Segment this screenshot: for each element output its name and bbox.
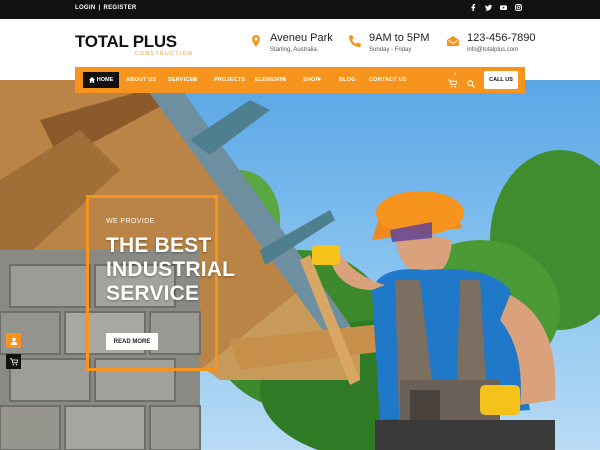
contact-phone[interactable]: 123-456-7890 <box>467 32 536 45</box>
logo-tagline: CONSTRUCTION <box>135 51 194 57</box>
cart-count-badge: 0 <box>454 71 457 76</box>
phone-icon <box>349 35 361 47</box>
youtube-icon[interactable] <box>500 4 507 11</box>
register-link[interactable]: REGISTER <box>103 5 136 11</box>
side-user-button[interactable] <box>6 333 21 348</box>
main-nav: HOME ABOUT US SERVICES ▾ PROJECTS ELEMEN… <box>75 67 525 93</box>
nav-item-blog[interactable]: BLOG <box>339 77 356 83</box>
search-icon <box>467 80 475 88</box>
mail-icon <box>447 36 459 46</box>
chevron-down-icon: ▾ <box>318 77 321 83</box>
hero-text: WE PROVIDE THE BEST INDUSTRIAL SERVICE <box>106 218 235 306</box>
contact-email[interactable]: info@totalplus.com <box>467 47 536 53</box>
contact-info: 123-456-7890 info@totalplus.com <box>447 32 536 53</box>
logo[interactable]: TOTAL PLUS CONSTRUCTION <box>75 33 193 57</box>
read-more-button[interactable]: READ MORE <box>106 333 158 350</box>
side-cart-button[interactable] <box>6 354 21 369</box>
login-link[interactable]: LOGIN <box>75 5 96 11</box>
hours-sub: Sunday - Friday <box>369 47 412 53</box>
chevron-down-icon: ▾ <box>282 77 285 83</box>
facebook-icon[interactable] <box>470 4 477 11</box>
twitter-icon[interactable] <box>485 4 492 11</box>
nav-item-projects[interactable]: PROJECTS <box>214 77 245 83</box>
hero-title: THE BEST INDUSTRIAL SERVICE <box>106 234 235 306</box>
nav-cart[interactable] <box>448 75 458 93</box>
nav-item-contact[interactable]: CONTACT US <box>369 77 407 83</box>
location-sub: Starling, Australia. <box>270 47 319 53</box>
map-pin-icon <box>252 35 260 47</box>
auth-links: LOGIN | REGISTER <box>75 5 137 11</box>
user-icon <box>10 337 17 345</box>
hours-info: 9AM to 5PM Sunday - Friday <box>349 32 430 53</box>
top-bar: LOGIN | REGISTER <box>0 0 600 19</box>
hero-pretitle: WE PROVIDE <box>106 218 155 225</box>
social-links <box>470 4 522 11</box>
instagram-icon[interactable] <box>515 4 522 11</box>
site-header: TOTAL PLUS CONSTRUCTION Aveneu Park Star… <box>0 19 600 67</box>
hours-title: 9AM to 5PM <box>369 32 430 44</box>
hero-slider: WE PROVIDE THE BEST INDUSTRIAL SERVICE R… <box>0 80 600 450</box>
cart-icon <box>448 79 458 88</box>
hero-title-line-2: INDUSTRIAL <box>106 258 236 281</box>
cart-icon <box>9 357 18 366</box>
nav-item-about[interactable]: ABOUT US <box>126 77 156 83</box>
nav-home-label: HOME <box>96 77 114 83</box>
logo-wordmark: TOTAL PLUS <box>75 33 193 50</box>
call-us-button[interactable]: CALL US <box>484 71 518 89</box>
chevron-down-icon: ▾ <box>193 77 196 83</box>
hero-title-line-1: THE BEST <box>106 234 212 257</box>
location-info: Aveneu Park Starling, Australia. <box>250 32 333 53</box>
nav-search[interactable] <box>467 75 475 93</box>
nav-item-shop[interactable]: SHOP <box>303 77 319 83</box>
location-title: Aveneu Park <box>270 32 333 44</box>
auth-separator: | <box>98 5 101 11</box>
hero-title-line-3: SERVICE <box>106 282 200 305</box>
home-icon <box>88 77 95 83</box>
logo-text: TOTAL PLUS <box>75 32 177 51</box>
nav-home[interactable]: HOME <box>83 72 119 88</box>
